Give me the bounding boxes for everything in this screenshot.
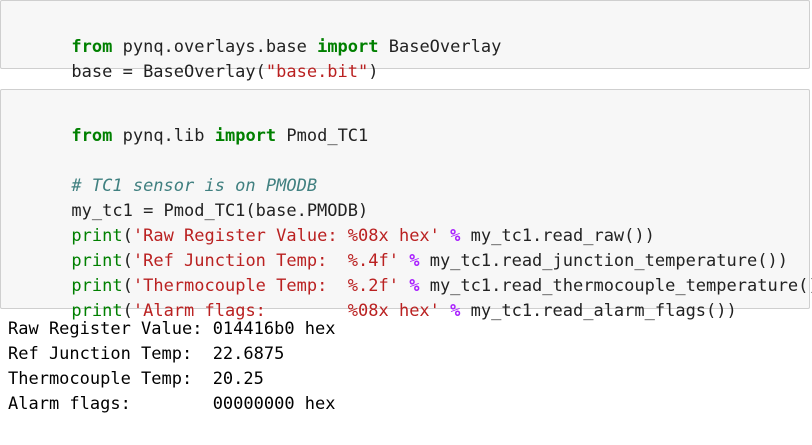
code-token: from: [71, 126, 113, 146]
code-token: base = BaseOverlay(: [71, 62, 266, 82]
code-line: print('Thermocouple Temp: %.2f' % my_tc1…: [10, 249, 812, 296]
output-area: Raw Register Value: 014416b0 hex Ref Jun…: [0, 317, 812, 427]
code-line: print('Raw Register Value: %08x hex' % m…: [10, 199, 654, 246]
code-line: from pynq.lib import Pmod_TC1: [10, 99, 368, 146]
notebook: from pynq.overlays.base import BaseOverl…: [0, 0, 812, 445]
output-line: Raw Register Value: 014416b0 hex: [8, 319, 336, 339]
code-token: pynq.lib: [112, 126, 215, 146]
code-token: "base.bit": [265, 62, 369, 82]
output-line: Thermocouple Temp: 20.25: [8, 369, 264, 389]
code-line: print('Ref Junction Temp: %.4f' % my_tc1…: [10, 224, 788, 271]
code-token: Pmod_TC1: [276, 126, 369, 146]
code-token: BaseOverlay: [378, 37, 502, 57]
code-cell-1[interactable]: from pynq.overlays.base import BaseOverl…: [0, 0, 810, 82]
code-line: my_tc1 = Pmod_TC1(base.PMODB): [10, 174, 368, 221]
code-line: base = BaseOverlay("base.bit"): [10, 35, 378, 82]
code-token: ): [368, 62, 379, 82]
code-line: # TC1 sensor is on PMODB: [10, 149, 317, 196]
output-line: Ref Junction Temp: 22.6875: [8, 344, 285, 364]
code-line: print('Alarm flags: %08x hex' % my_tc1.r…: [10, 274, 736, 321]
code-token: import: [214, 126, 277, 146]
code-line: from pynq.overlays.base import BaseOverl…: [10, 10, 501, 57]
code-cell-2[interactable]: from pynq.lib import Pmod_TC1 # TC1 sens…: [0, 89, 812, 321]
output-line: Alarm flags: 00000000 hex: [8, 394, 336, 414]
